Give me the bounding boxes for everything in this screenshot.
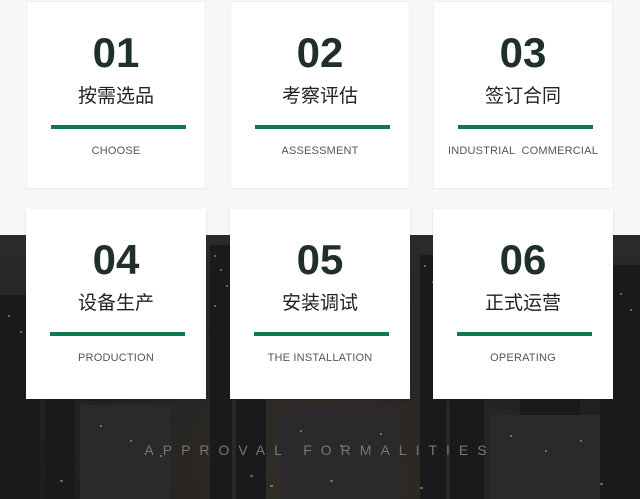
- step-title: 按需选品: [77, 85, 154, 107]
- approval-formalities-caption: APPROVAL FORMALITIES: [144, 442, 496, 458]
- accent-bar: [51, 125, 186, 129]
- accent-bar: [254, 332, 389, 336]
- accent-bar: [458, 125, 593, 129]
- step-card-1: 01 按需选品 CHOOSE: [26, 1, 206, 189]
- step-subtitle: CHOOSE: [91, 145, 141, 157]
- step-subtitle: ASSESSMENT: [281, 145, 359, 157]
- step-number: 03: [499, 29, 547, 76]
- step-card-5: 05 安装调试 THE INSTALLATION: [230, 209, 410, 399]
- step-subtitle: OPERATING: [490, 352, 556, 364]
- step-number: 04: [92, 236, 140, 283]
- step-subtitle: INDUSTRIAL COMMERCIAL: [447, 145, 599, 157]
- step-number: 06: [499, 236, 547, 283]
- step-title: 安装调试: [281, 292, 358, 314]
- accent-bar: [255, 125, 390, 129]
- step-number: 02: [296, 29, 344, 76]
- step-card-3: 03 签订合同 INDUSTRIAL COMMERCIAL: [433, 1, 613, 189]
- step-title: 签订合同: [484, 85, 561, 107]
- step-number: 01: [92, 29, 140, 76]
- step-card-6: 06 正式运营 OPERATING: [433, 209, 613, 399]
- step-card-2: 02 考察评估 ASSESSMENT: [230, 1, 410, 189]
- step-subtitle: PRODUCTION: [78, 352, 154, 364]
- step-title: 正式运营: [484, 292, 561, 314]
- step-card-4: 04 设备生产 PRODUCTION: [26, 209, 206, 399]
- step-subtitle: THE INSTALLATION: [267, 352, 373, 364]
- step-title: 考察评估: [281, 85, 358, 107]
- accent-bar: [50, 332, 185, 336]
- step-title: 设备生产: [77, 292, 154, 314]
- accent-bar: [457, 332, 592, 336]
- step-number: 05: [296, 236, 344, 283]
